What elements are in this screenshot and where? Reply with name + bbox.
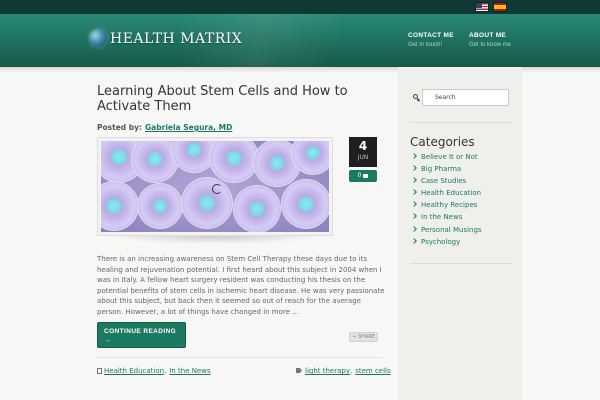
post-date-month: JUN	[357, 154, 369, 161]
comment-count-badge[interactable]: 0	[349, 170, 377, 182]
category-item[interactable]: Believe It or Not	[411, 153, 482, 165]
category-label: Health Education	[421, 189, 482, 198]
chevron-right-icon	[411, 177, 417, 184]
posted-by-label: Posted by:	[97, 123, 143, 132]
us-flag-canton	[476, 3, 482, 8]
category-label: Personal Musings	[421, 225, 482, 234]
cell-shape	[101, 181, 139, 231]
post-excerpt: There is an increasing awareness on Stem…	[97, 255, 385, 316]
category-item[interactable]: Healthy Recipes	[411, 201, 482, 213]
nav-about-me[interactable]: ABOUT ME Get to know me	[469, 32, 511, 48]
loading-spinner-icon	[212, 184, 222, 194]
post-date-day: 4	[358, 139, 368, 153]
nav-contact-me[interactable]: CONTACT ME Get in touch!	[408, 32, 454, 48]
chevron-right-icon	[411, 237, 417, 244]
post-date-box: 4 JUN	[349, 137, 377, 167]
chevron-right-icon	[411, 153, 417, 159]
category-item[interactable]: Health Education	[411, 189, 482, 201]
category-item[interactable]: Case Studies	[411, 177, 482, 189]
category-label: In the News	[421, 213, 463, 222]
post-tag-link[interactable]: light therapy	[305, 367, 350, 375]
tag-separator: ,	[349, 367, 353, 375]
nav-contact-subtitle: Get in touch!	[408, 42, 443, 48]
sidebar-divider	[410, 263, 512, 264]
post-title[interactable]: Learning About Stem Cells and How to Act…	[97, 84, 367, 114]
category-label: Psychology	[421, 237, 461, 246]
nav-about-subtitle: Get to know me	[469, 42, 512, 48]
comment-count: 0	[357, 172, 362, 179]
post-tag-link[interactable]: stem cells	[355, 367, 390, 375]
comment-bubble-icon	[363, 173, 369, 178]
categories-heading: Categories	[410, 135, 475, 149]
chevron-right-icon	[411, 165, 417, 171]
chevron-right-icon	[411, 201, 417, 208]
post-footer-divider	[97, 357, 382, 358]
category-label: Case Studies	[421, 177, 467, 186]
post-tags: light therapy, stem cells	[296, 367, 391, 375]
post-byline: Posted by: Gabriela Segura, MD	[97, 123, 232, 132]
category-item[interactable]: Personal Musings	[411, 225, 482, 238]
top-bar	[0, 0, 600, 14]
category-label: Healthy Recipes	[421, 201, 478, 210]
us-flag-icon[interactable]	[475, 2, 489, 12]
category-item[interactable]: Psychology	[411, 237, 482, 250]
search-input[interactable]	[422, 89, 509, 106]
nav-contact-title: CONTACT ME	[408, 32, 454, 39]
site-logo-text[interactable]: HEALTH MATRIX	[110, 31, 242, 47]
post-categories: Health Education, In the News	[97, 367, 211, 375]
share-label: SHARE	[357, 334, 375, 340]
cell-shape	[209, 141, 259, 183]
category-item[interactable]: Big Pharma	[411, 165, 482, 177]
spain-flag-icon[interactable]	[493, 2, 507, 12]
category-list: Believe It or Not Big Pharma Case Studie…	[411, 153, 482, 250]
category-separator: ,	[164, 367, 167, 375]
image-shadow	[110, 236, 320, 244]
search-icon-handle	[416, 98, 421, 102]
continue-reading-button[interactable]: CONTINUE READING →	[97, 322, 186, 348]
search-icon	[413, 94, 421, 102]
chevron-right-icon	[411, 225, 417, 232]
share-plus-icon: +	[352, 334, 357, 340]
post-category-link[interactable]: In the News	[169, 367, 210, 375]
post-category-link[interactable]: Health Education	[104, 367, 164, 375]
author-link[interactable]: Gabriela Segura, MD	[145, 123, 232, 132]
chevron-right-icon	[411, 189, 417, 196]
sidebar-divider	[410, 122, 512, 123]
cell-shape	[181, 177, 233, 229]
category-label: Big Pharma	[421, 165, 462, 174]
category-item[interactable]: In the News	[411, 213, 482, 225]
share-button[interactable]: + SHARE	[349, 332, 378, 342]
category-doc-icon	[97, 368, 102, 374]
category-label: Believe It or Not	[421, 153, 478, 161]
cell-shape	[281, 179, 329, 229]
globe-logo-icon[interactable]	[89, 29, 107, 47]
tag-icon	[296, 368, 302, 373]
cell-shape	[137, 183, 183, 229]
nav-about-title: ABOUT ME	[469, 32, 507, 39]
chevron-right-icon	[411, 213, 417, 220]
continue-reading-label: CONTINUE READING →	[104, 328, 177, 344]
cell-shape	[233, 185, 281, 232]
